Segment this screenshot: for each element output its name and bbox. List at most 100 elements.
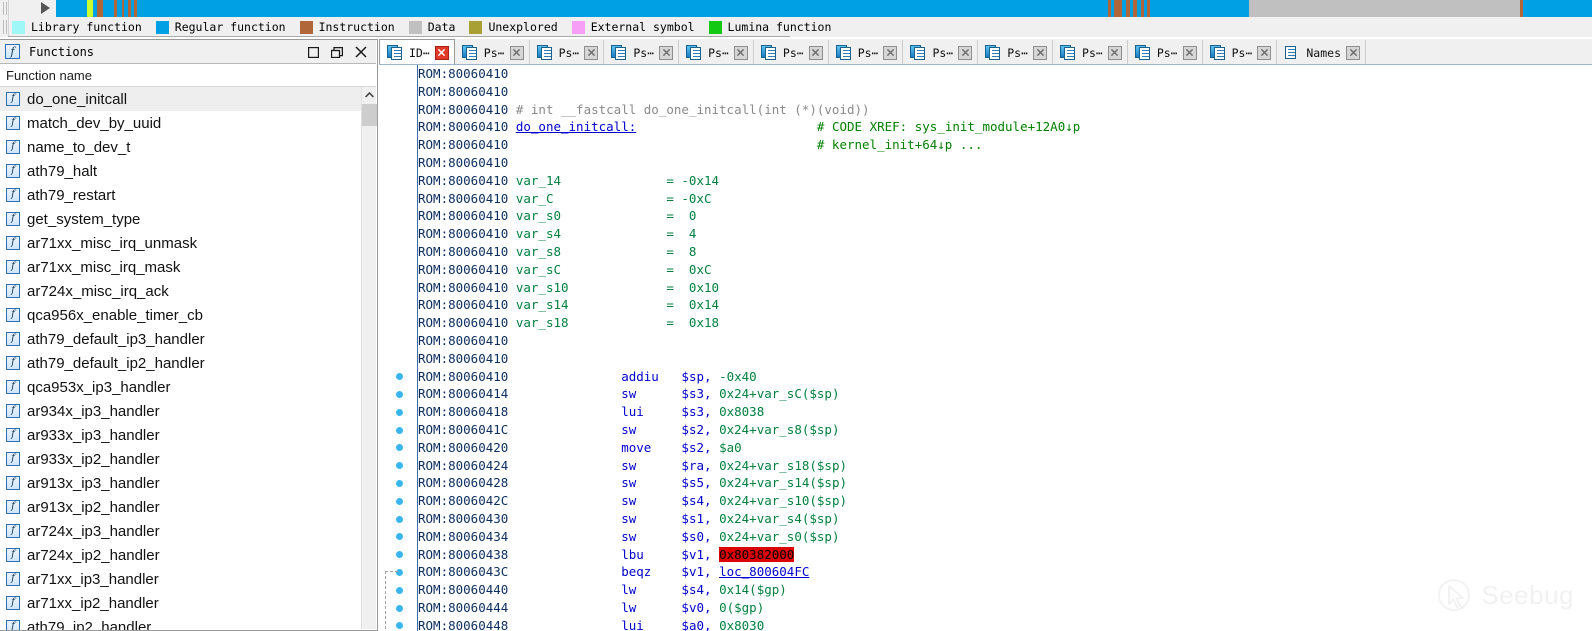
function-list-item[interactable]: f do_one_initcall	[0, 87, 362, 111]
tab-pseudocode-6[interactable]: Ps⋯	[828, 40, 904, 65]
function-list-item[interactable]: f match_dev_by_uuid	[0, 111, 362, 135]
disassembly-instruction-line[interactable]: ROM:80060430 sw $s1, 0x24+var_s4($sp)	[418, 510, 1592, 528]
disassembly-line[interactable]: ROM:80060410 var_C = -0xC	[418, 190, 1592, 208]
tab-pseudocode-4[interactable]: Ps⋯	[679, 40, 754, 65]
disassembly-line[interactable]: ROM:80060410	[418, 65, 1592, 83]
functions-titlebar[interactable]: f Functions	[0, 40, 376, 64]
function-list-item[interactable]: f name_to_dev_t	[0, 135, 362, 159]
breakpoint-dot-icon[interactable]	[396, 515, 403, 523]
breakpoint-dot-icon[interactable]	[396, 408, 403, 416]
function-list-item[interactable]: f ar933x_ip3_handler	[0, 423, 362, 447]
disassembly-line[interactable]: ROM:80060410	[418, 332, 1592, 350]
function-list-item[interactable]: f ar724x_ip2_handler	[0, 543, 362, 567]
function-list-item[interactable]: f ar71xx_misc_irq_mask	[0, 255, 362, 279]
tab-close-icon[interactable]	[1033, 45, 1048, 60]
ida-view-disassembly[interactable]: ROM:80060410 ROM:80060410 ROM:80060410 # i…	[379, 65, 1592, 631]
breakpoint-dot-icon[interactable]	[396, 622, 403, 630]
function-list-item[interactable]: f ar71xx_ip2_handler	[0, 591, 362, 615]
tab-pseudocode-7[interactable]: Ps⋯	[903, 40, 979, 65]
disassembly-instruction-line[interactable]: ROM:80060440 lw $s4, 0x14($gp)	[418, 581, 1592, 599]
function-list-item[interactable]: f ar913x_ip3_handler	[0, 471, 362, 495]
disassembly-instruction-line[interactable]: ROM:8006043C beqz $v1, loc_800604FC	[418, 563, 1592, 581]
tab-close-icon[interactable]	[434, 45, 449, 60]
tab-close-icon[interactable]	[733, 45, 748, 60]
tab-close-icon[interactable]	[1346, 45, 1360, 60]
disassembly-line[interactable]: ROM:80060410 var_s18 = 0x18	[418, 314, 1592, 332]
function-list-item[interactable]: f ath79_halt	[0, 159, 362, 183]
breakpoint-dot-icon[interactable]	[396, 497, 403, 505]
functions-column-header[interactable]: Function name	[0, 65, 376, 87]
tab-pseudocode-8[interactable]: Ps⋯	[978, 40, 1054, 65]
function-list-item[interactable]: f ar724x_ip3_handler	[0, 519, 362, 543]
tab-pseudocode-2[interactable]: Ps⋯	[529, 40, 605, 65]
disassembly-instruction-line[interactable]: ROM:8006042C sw $s4, 0x24+var_s10($sp)	[418, 492, 1592, 510]
disassembly-line[interactable]: ROM:80060410	[418, 83, 1592, 101]
disassembly-instruction-line[interactable]: ROM:80060434 sw $s0, 0x24+var_s0($sp)	[418, 528, 1592, 546]
toolbar-drag-grip[interactable]	[0, 0, 9, 17]
function-list-item[interactable]: f ath79_restart	[0, 183, 362, 207]
disassembly-line[interactable]: ROM:80060410 # int __fastcall do_one_ini…	[418, 101, 1592, 119]
disassembly-line[interactable]: ROM:80060410 # kernel_init+64↓p ...	[418, 136, 1592, 154]
disassembly-code[interactable]: ROM:80060410 ROM:80060410 ROM:80060410 # i…	[418, 65, 1592, 631]
disassembly-line[interactable]: ROM:80060410 var_s0 = 0	[418, 207, 1592, 225]
disassembly-line[interactable]: ROM:80060410	[418, 154, 1592, 172]
function-list-item[interactable]: f ar913x_ip2_handler	[0, 495, 362, 519]
tab-close-icon[interactable]	[883, 45, 898, 60]
tab-pseudocode-11[interactable]: Ps⋯	[1202, 40, 1278, 65]
disassembly-instruction-line[interactable]: ROM:80060428 sw $s5, 0x24+var_s14($sp)	[418, 474, 1592, 492]
tab-pseudocode-5[interactable]: Ps⋯	[753, 40, 829, 65]
tab-close-icon[interactable]	[509, 45, 524, 60]
breakpoint-dot-icon[interactable]	[396, 586, 403, 594]
tab-bar[interactable]: ID⋯ Ps⋯ Ps⋯ Ps⋯ Ps⋯ Ps⋯ Ps⋯ Ps⋯ Ps⋯ Ps⋯ Ps⋯ Ps⋯ Name…	[379, 39, 1592, 65]
disassembly-instruction-line[interactable]: ROM:80060448 lui $a0, 0x8030	[418, 617, 1592, 631]
function-list-item[interactable]: f ar933x_ip2_handler	[0, 447, 362, 471]
function-list-item[interactable]: f qca956x_enable_timer_cb	[0, 303, 362, 327]
disassembly-instruction-line[interactable]: ROM:80060438 lbu $v1, 0x80382000	[418, 546, 1592, 564]
function-list-item[interactable]: f ath79_ip2_handler	[0, 615, 362, 630]
breakpoint-dot-icon[interactable]	[396, 551, 403, 559]
tab-pseudocode-10[interactable]: Ps⋯	[1127, 40, 1203, 65]
disassembly-line[interactable]: ROM:80060410 do_one_initcall: # CODE XRE…	[418, 118, 1592, 136]
disassembly-instruction-line[interactable]: ROM:80060424 sw $ra, 0x24+var_s18($sp)	[418, 457, 1592, 475]
disassembly-instruction-line[interactable]: ROM:80060414 sw $s3, 0x24+var_sC($sp)	[418, 385, 1592, 403]
functions-scrollbar-thumb[interactable]	[362, 104, 377, 126]
disassembly-line[interactable]: ROM:80060410 var_s4 = 4	[418, 225, 1592, 243]
tab-close-icon[interactable]	[1257, 45, 1272, 60]
breakpoint-dot-icon[interactable]	[396, 533, 403, 541]
disassembly-instruction-line[interactable]: ROM:80060444 lw $v0, 0($gp)	[418, 599, 1592, 617]
disassembly-line[interactable]: ROM:80060410 var_sC = 0xC	[418, 261, 1592, 279]
disassembly-line[interactable]: ROM:80060410 var_14 = -0x14	[418, 172, 1592, 190]
disassembly-line[interactable]: ROM:80060410 var_s8 = 8	[418, 243, 1592, 261]
breakpoint-dot-icon[interactable]	[396, 568, 403, 576]
disassembly-line[interactable]: ROM:80060410 var_s10 = 0x10	[418, 279, 1592, 297]
navigation-overview-band[interactable]	[56, 0, 1592, 17]
tab-close-icon[interactable]	[584, 45, 599, 60]
disassembly-line[interactable]: ROM:80060410	[418, 350, 1592, 368]
breakpoint-dot-icon[interactable]	[396, 426, 403, 434]
tab-close-icon[interactable]	[1182, 45, 1197, 60]
disassembly-instruction-line[interactable]: ROM:80060420 move $s2, $a0	[418, 439, 1592, 457]
breakpoint-dot-icon[interactable]	[396, 373, 403, 381]
tab-close-icon[interactable]	[1107, 45, 1122, 60]
function-list-item[interactable]: f ath79_default_ip3_handler	[0, 327, 362, 351]
disassembly-line[interactable]: ROM:80060410 var_s14 = 0x14	[418, 296, 1592, 314]
function-list-item[interactable]: f ar71xx_ip3_handler	[0, 567, 362, 591]
disassembly-instruction-line[interactable]: ROM:8006041C sw $s2, 0x24+var_s8($sp)	[418, 421, 1592, 439]
maximize-icon[interactable]	[302, 42, 324, 62]
function-list-item[interactable]: f ar724x_misc_irq_ack	[0, 279, 362, 303]
functions-list[interactable]: f do_one_initcall f match_dev_by_uuid f name_…	[0, 87, 362, 630]
tab-pseudocode-3[interactable]: Ps⋯	[604, 40, 680, 65]
breakpoint-dot-icon[interactable]	[396, 604, 403, 612]
function-list-item[interactable]: f ar934x_ip3_handler	[0, 399, 362, 423]
breakpoint-dot-icon[interactable]	[396, 444, 403, 452]
disassembly-instruction-line[interactable]: ROM:80060410 addiu $sp, -0x40	[418, 368, 1592, 386]
tab-close-icon[interactable]	[659, 45, 674, 60]
disassembly-instruction-line[interactable]: ROM:80060418 lui $s3, 0x8038	[418, 403, 1592, 421]
restore-icon[interactable]	[326, 42, 348, 62]
function-list-item[interactable]: f ath79_default_ip2_handler	[0, 351, 362, 375]
functions-scrollbar[interactable]	[361, 87, 377, 629]
close-icon[interactable]	[350, 42, 372, 62]
tab-close-icon[interactable]	[808, 45, 823, 60]
breakpoint-dot-icon[interactable]	[396, 479, 403, 487]
breakpoint-dot-icon[interactable]	[396, 390, 403, 398]
